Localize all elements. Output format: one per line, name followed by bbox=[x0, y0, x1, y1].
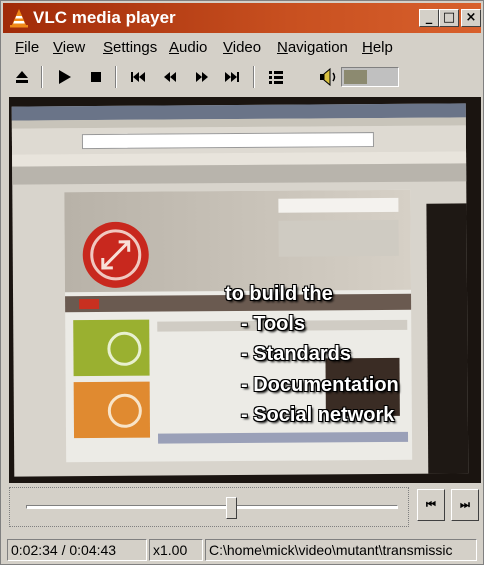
next-chapter-button[interactable]: ⏭ bbox=[451, 489, 479, 521]
title-bar[interactable]: VLC media player _ □ × bbox=[3, 3, 481, 33]
video-area[interactable]: to build the - Tools - Standards - Docum… bbox=[9, 97, 481, 483]
stop-icon[interactable] bbox=[85, 67, 107, 87]
vlc-cone-icon bbox=[10, 9, 28, 28]
video-caption-line: - Documentation bbox=[241, 374, 399, 396]
toolbar bbox=[3, 61, 481, 93]
menu-bar: File View Settings Audio Video Navigatio… bbox=[3, 35, 481, 59]
volume-level bbox=[344, 70, 367, 84]
menu-audio[interactable]: Audio bbox=[169, 39, 207, 56]
status-time: 0:02:34 / 0:04:43 bbox=[7, 539, 147, 561]
menu-help[interactable]: Help bbox=[362, 39, 393, 56]
minimize-icon: _ bbox=[425, 10, 433, 25]
previous-chapter-button[interactable]: ⏮ bbox=[417, 489, 445, 521]
seek-bar[interactable] bbox=[26, 505, 398, 509]
video-caption-line: - Standards bbox=[241, 343, 352, 365]
status-speed[interactable]: x1.00 bbox=[149, 539, 203, 561]
close-icon: × bbox=[465, 10, 477, 25]
seek-bar-area bbox=[9, 487, 409, 527]
play-icon[interactable] bbox=[53, 67, 75, 87]
menu-view[interactable]: View bbox=[53, 39, 85, 56]
rewind-icon[interactable] bbox=[159, 67, 181, 87]
playlist-icon[interactable] bbox=[265, 67, 287, 87]
toolbar-separator bbox=[115, 66, 117, 88]
volume-slider[interactable] bbox=[341, 67, 399, 87]
maximize-button[interactable]: □ bbox=[439, 9, 459, 27]
menu-video[interactable]: Video bbox=[223, 39, 261, 56]
fast-forward-icon[interactable] bbox=[191, 67, 213, 87]
next-icon[interactable] bbox=[221, 67, 243, 87]
close-button[interactable]: × bbox=[461, 9, 481, 27]
menu-file[interactable]: File bbox=[15, 39, 39, 56]
video-caption-line: to build the bbox=[225, 283, 333, 305]
minimize-button[interactable]: _ bbox=[419, 9, 439, 27]
video-caption-line: - Social network bbox=[241, 404, 395, 426]
video-caption-overlay: to build the - Tools - Standards - Docum… bbox=[9, 97, 481, 483]
volume-icon[interactable] bbox=[315, 66, 339, 88]
seek-handle[interactable] bbox=[226, 497, 237, 519]
status-file-path: C:\home\mick\video\mutant\transmissic bbox=[205, 539, 477, 561]
next-chapter-icon: ⏭ bbox=[460, 498, 470, 511]
vlc-window: VLC media player _ □ × File View Setting… bbox=[0, 0, 484, 565]
window-title: VLC media player bbox=[33, 8, 176, 27]
toolbar-separator bbox=[41, 66, 43, 88]
menu-navigation[interactable]: Navigation bbox=[277, 39, 348, 56]
previous-icon[interactable] bbox=[127, 67, 149, 87]
toolbar-separator bbox=[253, 66, 255, 88]
maximize-icon: □ bbox=[442, 10, 456, 25]
menu-settings[interactable]: Settings bbox=[103, 39, 157, 56]
eject-icon[interactable] bbox=[11, 67, 33, 87]
previous-chapter-icon: ⏮ bbox=[426, 498, 436, 511]
video-caption-line: - Tools bbox=[241, 313, 306, 335]
